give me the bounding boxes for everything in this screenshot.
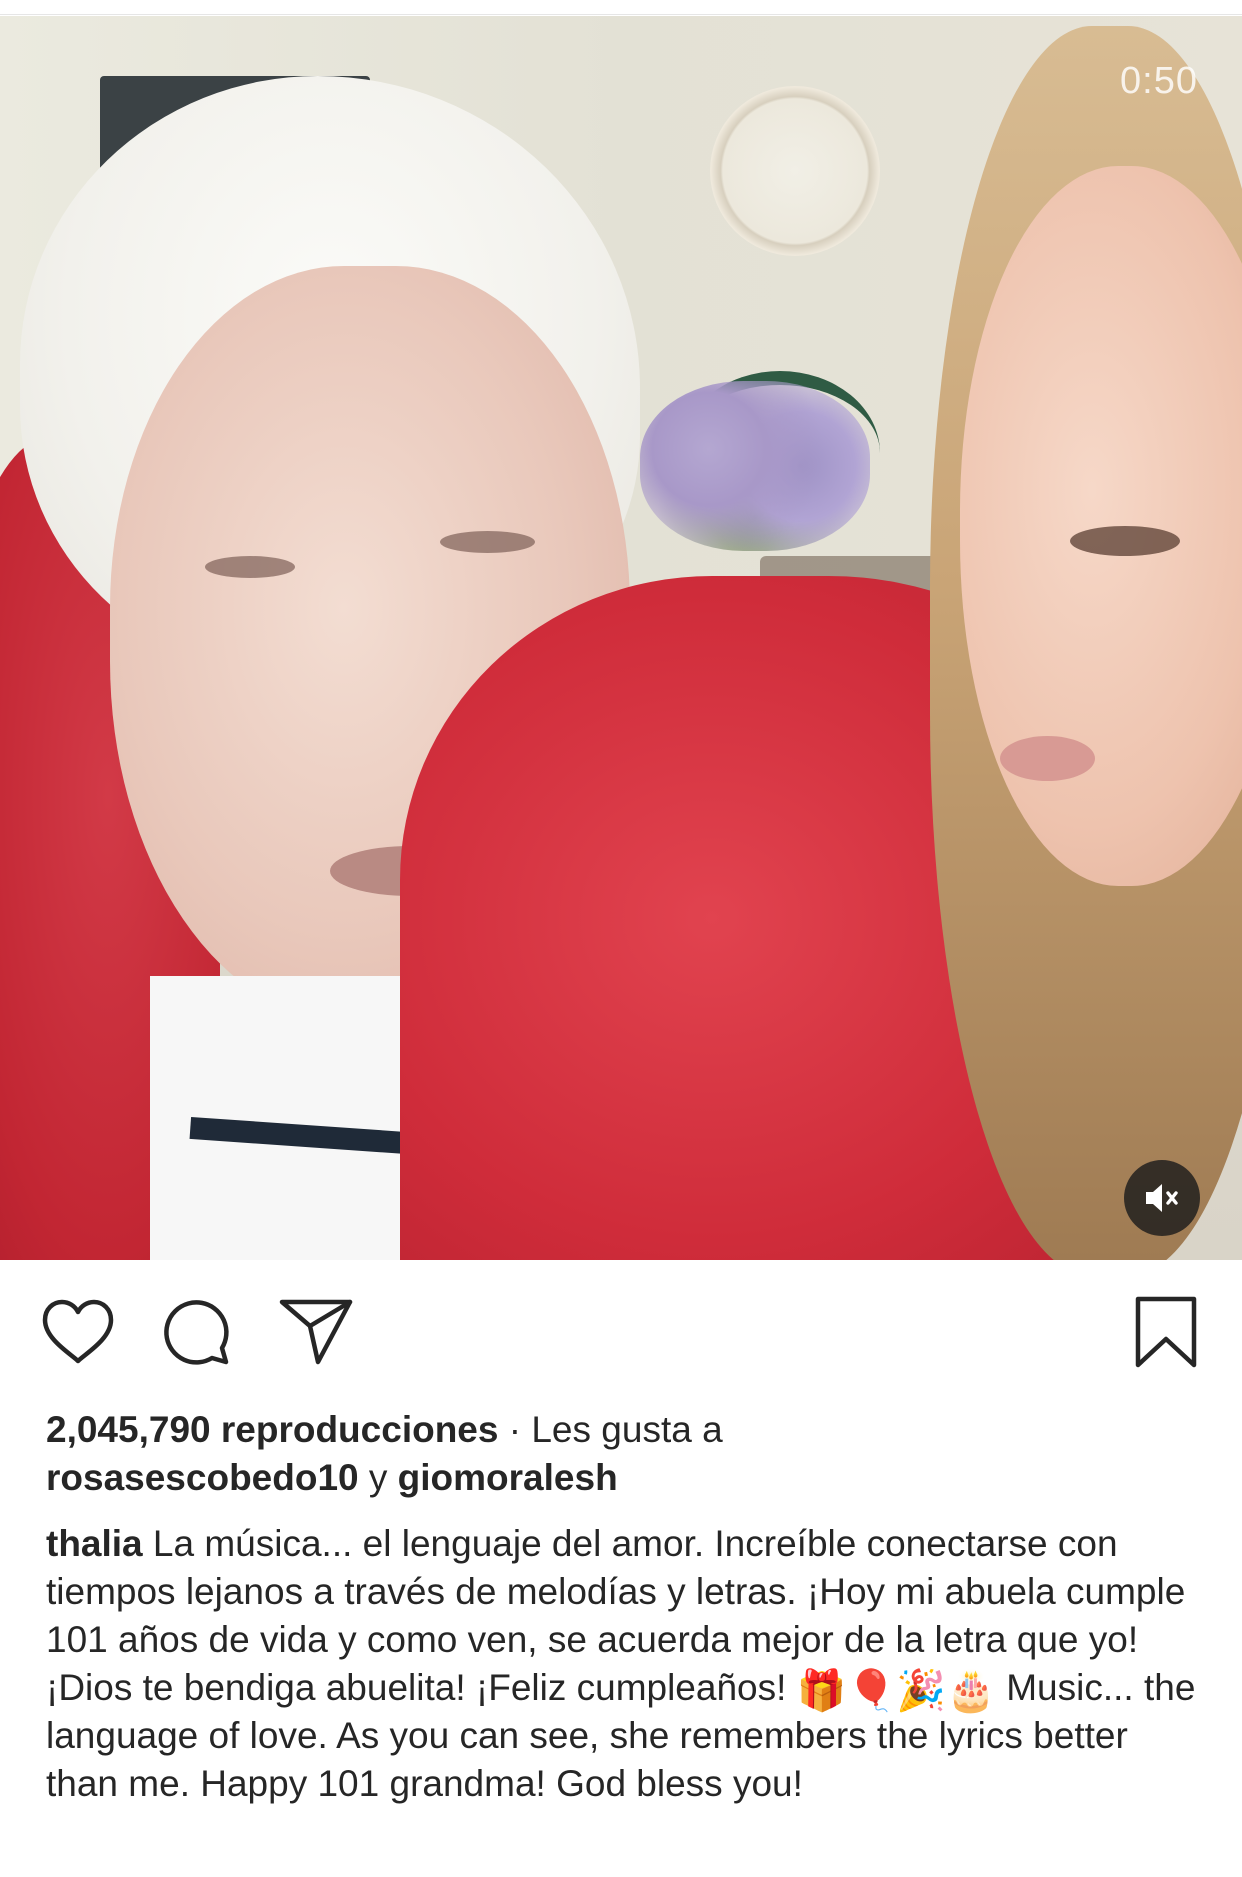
like-button[interactable] [38,1292,118,1372]
liked-user-link[interactable]: giomoralesh [398,1457,618,1498]
video-player[interactable]: 0:50 [0,16,1242,1260]
top-divider [0,0,1242,15]
grandmother-eye-left [205,556,295,578]
bookmark-icon [1135,1296,1197,1368]
liked-by-prefix: · Les gusta a [498,1409,723,1450]
likes-summary: 2,045,790 reproducciones · Les gusta a r… [46,1406,1206,1502]
action-bar [0,1292,1242,1372]
caption-username[interactable]: thalia [46,1523,143,1564]
comment-button[interactable] [156,1292,236,1372]
gift-emoji: 🎁 [796,1669,847,1713]
mute-button[interactable] [1124,1160,1200,1236]
share-button[interactable] [276,1292,356,1372]
woman-eye [1070,526,1180,556]
liked-user-link[interactable]: rosasescobedo10 [46,1457,359,1498]
video-timer: 0:50 [1120,60,1198,102]
balloon-emoji: 🎈 [846,1669,897,1713]
post-caption: thalia La música... el lenguaje del amor… [46,1520,1206,1808]
heart-icon [42,1299,114,1364]
save-button[interactable] [1126,1292,1206,1372]
comment-bubble-icon [164,1300,229,1365]
liked-joiner: y [358,1457,398,1498]
woman-lips [1000,736,1095,781]
speaker-muted-icon [1146,1184,1178,1212]
flowers [640,381,870,551]
decorative-plate [710,86,880,256]
views-count: 2,045,790 reproducciones [46,1409,499,1450]
birthday-cake-emoji: 🎂 [946,1669,996,1713]
paper-plane-icon [279,1299,353,1365]
grandmother-eye-right [440,531,535,553]
party-popper-emoji: 🎉 [896,1669,947,1713]
